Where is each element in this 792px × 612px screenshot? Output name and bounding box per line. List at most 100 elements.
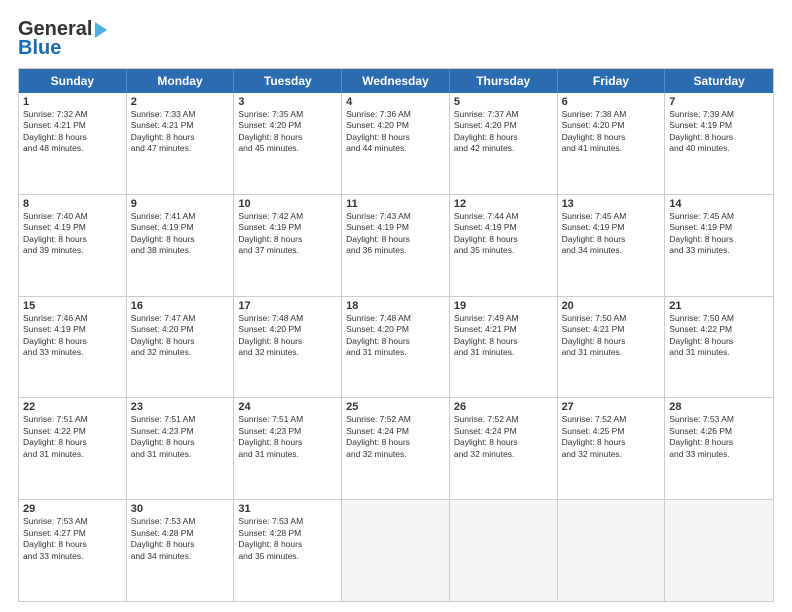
- day-number: 4: [346, 96, 445, 108]
- cell-line-0: Sunrise: 7:51 AM: [131, 414, 230, 425]
- cell-line-3: and 40 minutes.: [669, 143, 769, 154]
- cell-line-0: Sunrise: 7:53 AM: [131, 516, 230, 527]
- cell-line-2: Daylight: 8 hours: [23, 234, 122, 245]
- logo: General Blue: [18, 18, 107, 60]
- day-cell-15: 15Sunrise: 7:46 AMSunset: 4:19 PMDayligh…: [19, 297, 127, 398]
- day-cell-14: 14Sunrise: 7:45 AMSunset: 4:19 PMDayligh…: [665, 195, 773, 296]
- day-number: 23: [131, 401, 230, 413]
- cell-line-2: Daylight: 8 hours: [454, 437, 553, 448]
- day-cell-12: 12Sunrise: 7:44 AMSunset: 4:19 PMDayligh…: [450, 195, 558, 296]
- cell-line-3: and 31 minutes.: [562, 347, 661, 358]
- empty-cell: [342, 500, 450, 601]
- cell-line-1: Sunset: 4:19 PM: [562, 222, 661, 233]
- header-wednesday: Wednesday: [342, 69, 450, 93]
- cell-line-3: and 41 minutes.: [562, 143, 661, 154]
- header-monday: Monday: [127, 69, 235, 93]
- cell-line-3: and 33 minutes.: [669, 449, 769, 460]
- cell-line-0: Sunrise: 7:48 AM: [238, 313, 337, 324]
- cell-line-0: Sunrise: 7:32 AM: [23, 109, 122, 120]
- cell-line-3: and 37 minutes.: [238, 245, 337, 256]
- cell-line-1: Sunset: 4:27 PM: [23, 528, 122, 539]
- cell-line-3: and 45 minutes.: [238, 143, 337, 154]
- cell-line-2: Daylight: 8 hours: [562, 336, 661, 347]
- cell-line-3: and 31 minutes.: [131, 449, 230, 460]
- cell-line-3: and 32 minutes.: [346, 449, 445, 460]
- cell-line-3: and 44 minutes.: [346, 143, 445, 154]
- cell-line-1: Sunset: 4:20 PM: [562, 120, 661, 131]
- day-cell-23: 23Sunrise: 7:51 AMSunset: 4:23 PMDayligh…: [127, 398, 235, 499]
- cell-line-1: Sunset: 4:20 PM: [238, 324, 337, 335]
- cell-line-1: Sunset: 4:20 PM: [131, 324, 230, 335]
- cell-line-0: Sunrise: 7:35 AM: [238, 109, 337, 120]
- cell-line-3: and 47 minutes.: [131, 143, 230, 154]
- cell-line-1: Sunset: 4:19 PM: [238, 222, 337, 233]
- cell-line-0: Sunrise: 7:49 AM: [454, 313, 553, 324]
- day-cell-26: 26Sunrise: 7:52 AMSunset: 4:24 PMDayligh…: [450, 398, 558, 499]
- cell-line-2: Daylight: 8 hours: [238, 132, 337, 143]
- day-cell-5: 5Sunrise: 7:37 AMSunset: 4:20 PMDaylight…: [450, 93, 558, 194]
- calendar-row-2: 8Sunrise: 7:40 AMSunset: 4:19 PMDaylight…: [19, 195, 773, 297]
- cell-line-0: Sunrise: 7:37 AM: [454, 109, 553, 120]
- cell-line-3: and 33 minutes.: [669, 245, 769, 256]
- cell-line-1: Sunset: 4:19 PM: [669, 222, 769, 233]
- cell-line-2: Daylight: 8 hours: [454, 234, 553, 245]
- cell-line-2: Daylight: 8 hours: [131, 234, 230, 245]
- cell-line-1: Sunset: 4:19 PM: [669, 120, 769, 131]
- cell-line-0: Sunrise: 7:53 AM: [238, 516, 337, 527]
- day-number: 31: [238, 503, 337, 515]
- day-cell-16: 16Sunrise: 7:47 AMSunset: 4:20 PMDayligh…: [127, 297, 235, 398]
- header: General Blue: [18, 18, 774, 60]
- cell-line-0: Sunrise: 7:43 AM: [346, 211, 445, 222]
- cell-line-0: Sunrise: 7:50 AM: [562, 313, 661, 324]
- logo-blue: Blue: [18, 37, 61, 60]
- day-cell-20: 20Sunrise: 7:50 AMSunset: 4:21 PMDayligh…: [558, 297, 666, 398]
- cell-line-2: Daylight: 8 hours: [23, 539, 122, 550]
- day-number: 21: [669, 300, 769, 312]
- cell-line-2: Daylight: 8 hours: [131, 539, 230, 550]
- day-number: 18: [346, 300, 445, 312]
- calendar-body: 1Sunrise: 7:32 AMSunset: 4:21 PMDaylight…: [19, 93, 773, 601]
- day-cell-17: 17Sunrise: 7:48 AMSunset: 4:20 PMDayligh…: [234, 297, 342, 398]
- cell-line-2: Daylight: 8 hours: [238, 336, 337, 347]
- day-cell-29: 29Sunrise: 7:53 AMSunset: 4:27 PMDayligh…: [19, 500, 127, 601]
- cell-line-3: and 31 minutes.: [454, 347, 553, 358]
- cell-line-1: Sunset: 4:21 PM: [23, 120, 122, 131]
- cell-line-2: Daylight: 8 hours: [669, 132, 769, 143]
- cell-line-3: and 35 minutes.: [238, 551, 337, 562]
- cell-line-2: Daylight: 8 hours: [238, 437, 337, 448]
- day-number: 3: [238, 96, 337, 108]
- cell-line-0: Sunrise: 7:38 AM: [562, 109, 661, 120]
- cell-line-1: Sunset: 4:23 PM: [131, 426, 230, 437]
- logo-triangle-icon: [95, 22, 107, 38]
- cell-line-3: and 31 minutes.: [346, 347, 445, 358]
- cell-line-1: Sunset: 4:20 PM: [346, 324, 445, 335]
- cell-line-1: Sunset: 4:28 PM: [238, 528, 337, 539]
- cell-line-3: and 32 minutes.: [238, 347, 337, 358]
- day-cell-4: 4Sunrise: 7:36 AMSunset: 4:20 PMDaylight…: [342, 93, 450, 194]
- cell-line-3: and 38 minutes.: [131, 245, 230, 256]
- cell-line-0: Sunrise: 7:44 AM: [454, 211, 553, 222]
- empty-cell: [665, 500, 773, 601]
- day-number: 14: [669, 198, 769, 210]
- cell-line-3: and 36 minutes.: [346, 245, 445, 256]
- header-friday: Friday: [558, 69, 666, 93]
- cell-line-3: and 39 minutes.: [23, 245, 122, 256]
- cell-line-1: Sunset: 4:20 PM: [238, 120, 337, 131]
- day-number: 22: [23, 401, 122, 413]
- cell-line-1: Sunset: 4:24 PM: [454, 426, 553, 437]
- day-cell-22: 22Sunrise: 7:51 AMSunset: 4:22 PMDayligh…: [19, 398, 127, 499]
- day-number: 29: [23, 503, 122, 515]
- day-number: 7: [669, 96, 769, 108]
- cell-line-1: Sunset: 4:19 PM: [454, 222, 553, 233]
- cell-line-1: Sunset: 4:22 PM: [669, 324, 769, 335]
- cell-line-0: Sunrise: 7:42 AM: [238, 211, 337, 222]
- day-cell-1: 1Sunrise: 7:32 AMSunset: 4:21 PMDaylight…: [19, 93, 127, 194]
- cell-line-2: Daylight: 8 hours: [346, 234, 445, 245]
- cell-line-2: Daylight: 8 hours: [669, 437, 769, 448]
- empty-cell: [450, 500, 558, 601]
- cell-line-0: Sunrise: 7:51 AM: [23, 414, 122, 425]
- cell-line-1: Sunset: 4:20 PM: [454, 120, 553, 131]
- cell-line-2: Daylight: 8 hours: [23, 437, 122, 448]
- page: General Blue Sunday Monday Tuesday Wedne…: [0, 0, 792, 612]
- cell-line-3: and 31 minutes.: [23, 449, 122, 460]
